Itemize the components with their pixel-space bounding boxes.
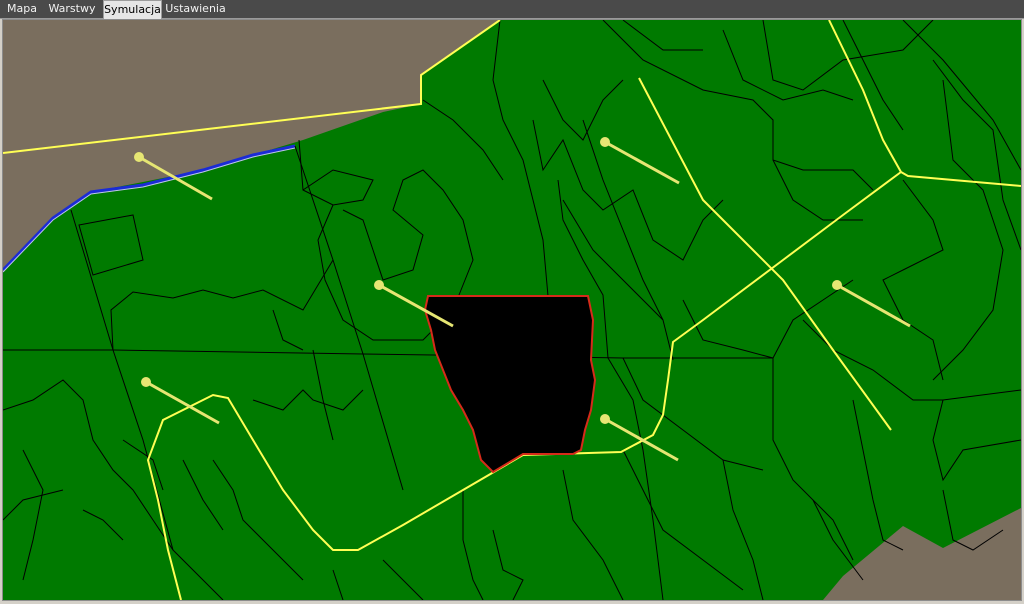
tab-bar: Mapa Warstwy Symulacja Ustawienia — [0, 0, 1024, 19]
tab-warstwy[interactable]: Warstwy — [46, 1, 98, 17]
tab-symulacja[interactable]: Symulacja — [103, 0, 162, 19]
app-window: Mapa Warstwy Symulacja Ustawienia — [0, 0, 1024, 604]
tab-ustawienia[interactable]: Ustawienia — [164, 1, 227, 17]
tab-mapa[interactable]: Mapa — [2, 1, 42, 17]
map-canvas[interactable] — [3, 20, 1021, 600]
map-view[interactable] — [2, 19, 1022, 601]
